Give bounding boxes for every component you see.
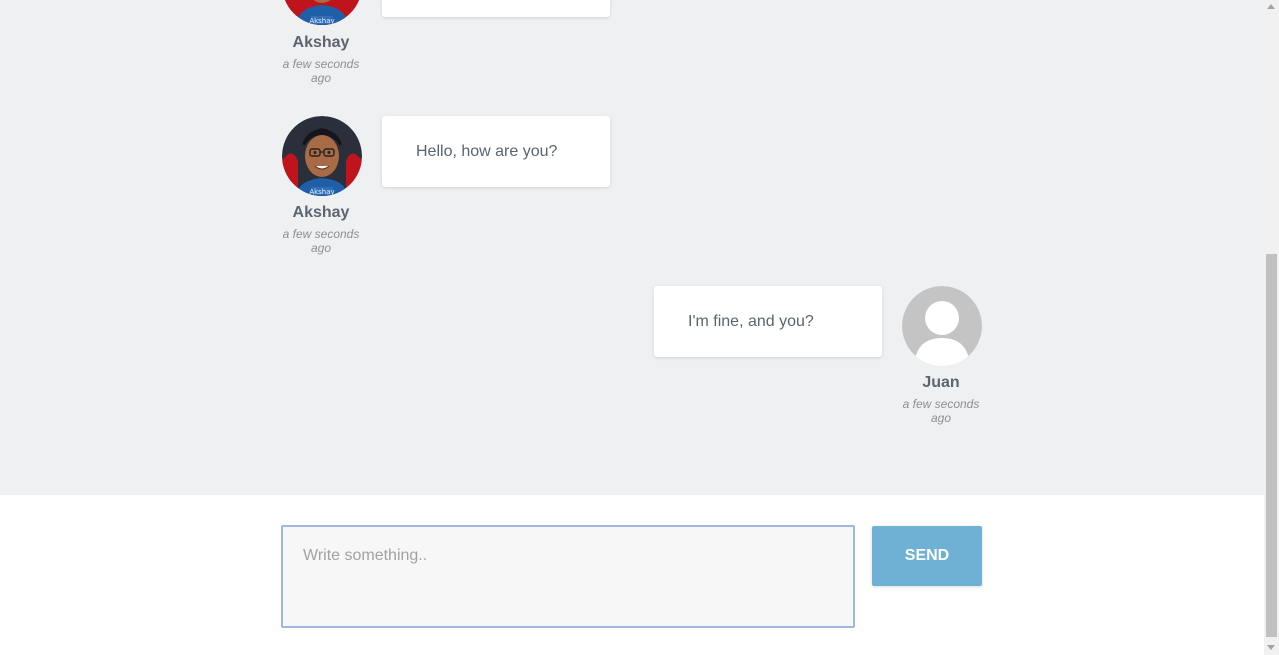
message-author: Juan — [922, 374, 960, 391]
akshay-avatar-icon: Akshay — [282, 116, 362, 196]
avatar-badge-text: Akshay — [309, 188, 334, 196]
message-timestamp: a few seconds ago — [282, 57, 360, 85]
message-timestamp: a few seconds ago — [282, 227, 360, 255]
message-bubble: Hello, how are you? — [382, 116, 610, 187]
akshay-avatar-icon: Akshay — [282, 0, 362, 25]
scroll-up-arrow-icon[interactable] — [1267, 4, 1275, 9]
message-bubble: I'm fine, and you? — [654, 286, 882, 357]
message-author: Akshay — [292, 204, 350, 221]
message-bubble — [382, 0, 610, 17]
message-composer: SEND — [0, 495, 1264, 655]
send-button[interactable]: SEND — [872, 526, 982, 586]
message-input[interactable] — [281, 525, 855, 628]
chat-messages-area[interactable]: Akshay Akshay a few seconds ago Akshay H… — [0, 0, 1264, 495]
avatar-badge-text: Akshay — [309, 17, 334, 25]
message-author: Akshay — [292, 34, 350, 51]
scroll-down-arrow-icon[interactable] — [1267, 645, 1275, 650]
vertical-scrollbar[interactable] — [1264, 0, 1279, 655]
scrollbar-thumb[interactable] — [1266, 254, 1277, 637]
message-timestamp: a few seconds ago — [902, 397, 980, 425]
default-user-avatar-icon — [902, 286, 982, 366]
